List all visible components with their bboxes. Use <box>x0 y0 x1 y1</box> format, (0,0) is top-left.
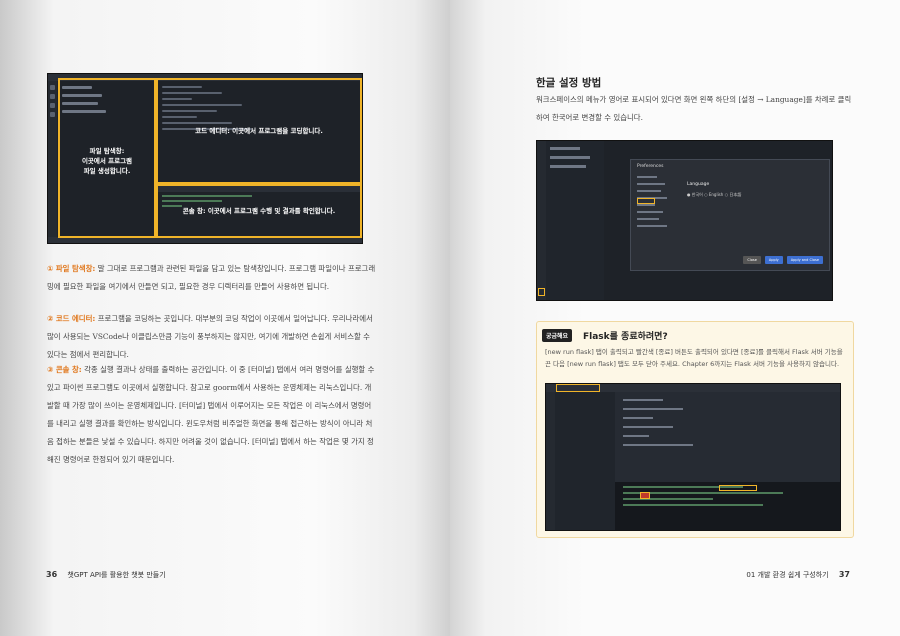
section-heading: 한글 설정 방법 <box>536 77 602 89</box>
item-code-editor: ② 코드 에디터: 프로그램을 코딩하는 곳입니다. 대부분의 코딩 작업이 이… <box>47 310 377 364</box>
explorer-label: 파일 탐색창: 이곳에서 프로그램 파일 생성합니다. <box>81 147 133 175</box>
page-number: 37 <box>838 570 850 579</box>
preferences-dialog: Preferences Language ● 한국어 ○ English ○ 日… <box>630 159 830 271</box>
book-title: 챗GPT API를 활용한 챗봇 만들기 <box>67 571 166 579</box>
language-options: ● 한국어 ○ English ○ 日本語 <box>687 192 742 197</box>
dialog-menu <box>637 176 675 232</box>
language-menu-highlight <box>637 198 655 204</box>
item-console: ③ 콘솔 창: 각종 실행 결과나 상태를 출력하는 공간입니다. 이 중 [터… <box>47 361 377 469</box>
item-tag: ② 코드 에디터: <box>47 314 96 323</box>
ide-sidebar <box>555 392 615 530</box>
item-tag: ① 파일 탐색창: <box>47 264 96 273</box>
page-number: 36 <box>46 570 58 579</box>
run-config-panel <box>615 392 840 482</box>
apply-button[interactable]: Apply <box>764 256 783 264</box>
ide-activity-bar <box>546 392 555 530</box>
flask-stop-screenshot <box>545 383 841 531</box>
run-flask-highlight <box>556 384 600 392</box>
console-label: 콘솔 창: 이곳에서 프로그램 수행 및 결과를 확인합니다. <box>182 207 336 215</box>
item-text: 프로그램을 코딩하는 곳입니다. 대부분의 코딩 작업이 이곳에서 일어납니다.… <box>47 314 373 359</box>
language-label: Language <box>687 182 710 187</box>
tip-badge: 궁금해요 <box>542 329 573 342</box>
dialog-buttons: Close Apply Apply and Close <box>743 256 823 264</box>
gear-icon[interactable] <box>538 288 545 296</box>
language-settings-screenshot: Preferences Language ● 한국어 ○ English ○ 日… <box>536 140 833 301</box>
item-text: 각종 실행 결과나 상태를 출력하는 공간입니다. 이 중 [터미널] 탭에서 … <box>47 365 375 464</box>
stop-button[interactable] <box>640 492 650 499</box>
editor-label: 코드 에디터: 이곳에서 프로그램을 코딩합니다. <box>195 127 323 135</box>
ide-sidebar <box>546 141 604 300</box>
option-english[interactable]: English <box>709 192 723 197</box>
option-korean[interactable]: 한국어 <box>692 192 703 197</box>
item-text: 말 그대로 프로그램과 관련된 파일을 담고 있는 탐색창입니다. 프로그램 파… <box>47 264 376 291</box>
item-tag: ③ 콘솔 창: <box>47 365 82 374</box>
run-flask-tab-highlight <box>719 485 757 491</box>
item-file-explorer: ① 파일 탐색창: 말 그대로 프로그램과 관련된 파일을 담고 있는 탐색창입… <box>47 260 377 296</box>
left-footer: 36 챗GPT API를 활용한 챗봇 만들기 <box>46 570 166 580</box>
ide-activity-bar <box>537 141 546 300</box>
option-japanese[interactable]: 日本語 <box>729 192 741 197</box>
right-footer: 01 개발 환경 쉽게 구성하기 37 <box>746 570 850 580</box>
section-paragraph: 워크스페이스의 메뉴가 영어로 표시되어 있다면 화면 왼쪽 하단의 [설정 →… <box>536 95 852 122</box>
dialog-title: Preferences <box>637 164 664 169</box>
close-button[interactable]: Close <box>743 256 761 264</box>
tip-title: Flask를 종료하려면? <box>583 332 668 342</box>
ide-activity-bar <box>48 81 57 237</box>
tip-text: [new run flask] 탭이 출력되고 빨간색 [종료] 버튼도 출력되… <box>545 348 843 368</box>
left-page: 파일 탐색창: 이곳에서 프로그램 파일 생성합니다. 코드 에디터: 이곳에서… <box>0 0 450 636</box>
chapter-title: 01 개발 환경 쉽게 구성하기 <box>746 571 829 579</box>
ide-layout-figure: 파일 탐색창: 이곳에서 프로그램 파일 생성합니다. 코드 에디터: 이곳에서… <box>47 73 363 244</box>
right-page: 한글 설정 방법 워크스페이스의 메뉴가 영어로 표시되어 있다면 화면 왼쪽 … <box>450 0 900 636</box>
apply-close-button[interactable]: Apply and Close <box>786 256 823 264</box>
